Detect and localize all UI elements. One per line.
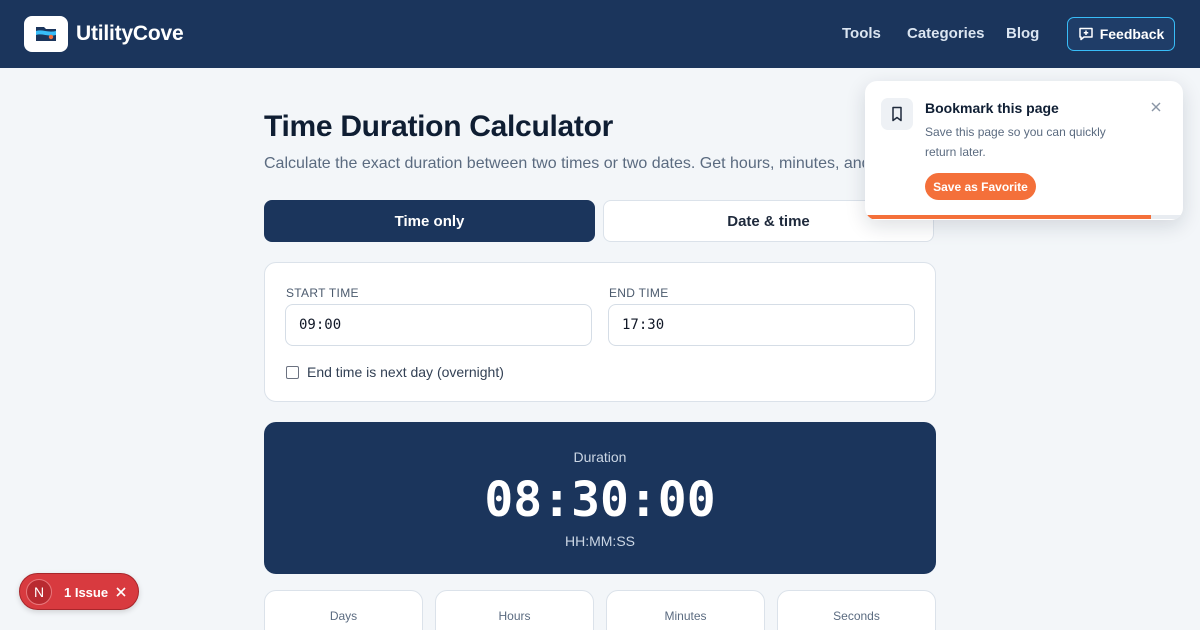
duration-result-card: Duration 08:30:00 HH:MM:SS — [264, 422, 936, 574]
logo-icon — [36, 27, 56, 41]
start-time-label: START TIME — [286, 286, 359, 300]
next-logo-icon: N — [26, 579, 52, 605]
issue-badge[interactable]: N 1 Issue — [19, 573, 139, 610]
stat-hours: Hours — [435, 590, 594, 630]
popup-title: Bookmark this page — [925, 100, 1059, 116]
stat-seconds: Seconds — [777, 590, 936, 630]
duration-label: Duration — [573, 449, 627, 465]
stat-days: Days — [264, 590, 423, 630]
bookmark-popup: Bookmark this page Save this page so you… — [865, 81, 1183, 220]
time-input-card: START TIME 09:00 END TIME 17:30 End time… — [264, 262, 936, 402]
end-time-input[interactable]: 17:30 — [608, 304, 915, 346]
overnight-checkbox[interactable] — [286, 365, 299, 379]
page-subtitle: Calculate the exact duration between two… — [264, 155, 864, 172]
popup-text: Save this page so you can quickly return… — [925, 125, 1106, 159]
top-navigation-bar: UtilityCove Tools Categories Blog Feedba… — [0, 0, 1200, 68]
nav-tools[interactable]: Tools — [842, 25, 881, 42]
issue-count-label: 1 Issue — [64, 585, 109, 600]
popup-progress-track — [865, 215, 1183, 219]
logo[interactable] — [24, 16, 68, 52]
close-icon[interactable] — [1148, 99, 1164, 115]
tab-time-only[interactable]: Time only — [264, 200, 595, 242]
overnight-option[interactable]: End time is next day (overnight) — [286, 364, 504, 380]
brand-name[interactable]: UtilityCove — [76, 22, 184, 46]
start-time-input[interactable]: 09:00 — [285, 304, 592, 346]
stat-minutes: Minutes — [606, 590, 765, 630]
page-title: Time Duration Calculator — [264, 110, 613, 143]
nav-blog[interactable]: Blog — [1006, 25, 1039, 42]
popup-icon-container — [881, 98, 913, 130]
message-plus-icon — [1078, 27, 1093, 41]
popup-progress-fill — [865, 215, 1152, 219]
feedback-button[interactable]: Feedback — [1067, 17, 1175, 51]
end-time-label: END TIME — [609, 286, 669, 300]
overnight-label: End time is next day (overnight) — [307, 364, 504, 380]
feedback-label: Feedback — [1099, 26, 1165, 42]
save-as-favorite-button[interactable]: Save as Favorite — [925, 173, 1036, 200]
bookmark-icon — [892, 106, 902, 122]
duration-value: 08:30:00 — [484, 472, 716, 528]
close-icon[interactable] — [115, 586, 127, 598]
nav-categories[interactable]: Categories — [907, 25, 985, 42]
duration-format: HH:MM:SS — [565, 533, 635, 549]
